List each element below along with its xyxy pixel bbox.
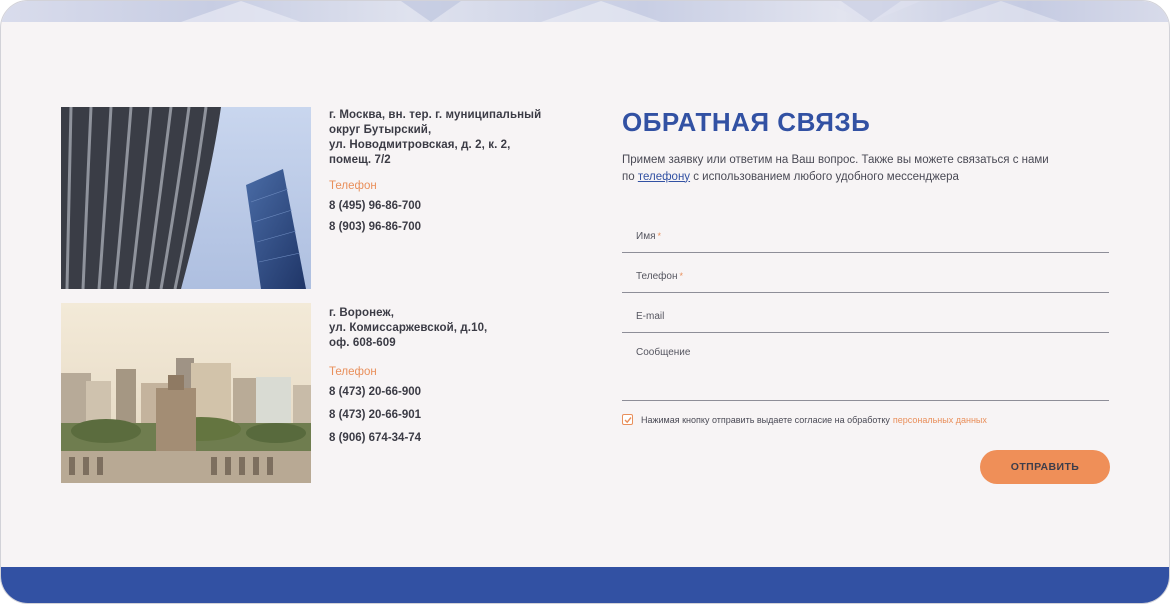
personal-data-link[interactable]: персональных данных <box>893 415 987 425</box>
message-field-label: Сообщение <box>636 347 691 358</box>
office-address: г. Москва, вн. тер. г. муниципальный окр… <box>329 109 542 166</box>
name-field-label: Имя * <box>636 231 661 242</box>
moscow-office-info: г. Москва, вн. тер. г. муниципальный окр… <box>329 108 579 233</box>
phone-link[interactable]: 8 (495) 96-86-700 <box>329 200 579 212</box>
voronezh-office-info: г. Воронеж, ул. Комиссаржевской, д.10, о… <box>329 306 579 444</box>
check-icon <box>624 417 632 424</box>
consent-text: Нажимая кнопку отправить выдаете согласи… <box>641 414 890 425</box>
phone-field-label: Телефон * <box>636 271 683 282</box>
moscow-office-photo <box>61 107 311 289</box>
phone-link[interactable]: 8 (473) 20-66-901 <box>329 409 579 421</box>
message-field[interactable]: Сообщение <box>622 341 1109 401</box>
top-decorative-strip <box>1 1 1169 22</box>
office-address: г. Воронеж, ул. Комиссаржевской, д.10, о… <box>329 307 488 349</box>
footer-band <box>1 567 1169 603</box>
phone-label: Телефон <box>329 366 377 378</box>
strip-pattern-icon <box>181 1 1061 22</box>
phone-link[interactable]: 8 (903) 96-86-700 <box>329 221 579 233</box>
email-field-label: E-mail <box>636 311 665 322</box>
phone-field[interactable]: Телефон * <box>622 263 1109 293</box>
phone-text-link[interactable]: телефону <box>638 171 690 183</box>
feedback-title: ОБРАТНАЯ СВЯЗЬ <box>622 107 871 137</box>
page-frame: г. Москва, вн. тер. г. муниципальный окр… <box>0 0 1170 604</box>
phone-link[interactable]: 8 (906) 674-34-74 <box>329 432 579 444</box>
phone-link[interactable]: 8 (473) 20-66-900 <box>329 386 579 398</box>
consent-row: Нажимая кнопку отправить выдаете согласи… <box>622 414 987 425</box>
phone-label: Телефон <box>329 180 377 192</box>
name-field[interactable]: Имя * <box>622 223 1109 253</box>
submit-button[interactable]: ОТПРАВИТЬ <box>980 450 1110 484</box>
email-field[interactable]: E-mail <box>622 303 1109 333</box>
voronezh-office-photo <box>61 303 311 483</box>
consent-checkbox[interactable] <box>622 414 633 425</box>
feedback-description: Примем заявку или ответим на Ваш вопрос.… <box>622 154 1049 183</box>
